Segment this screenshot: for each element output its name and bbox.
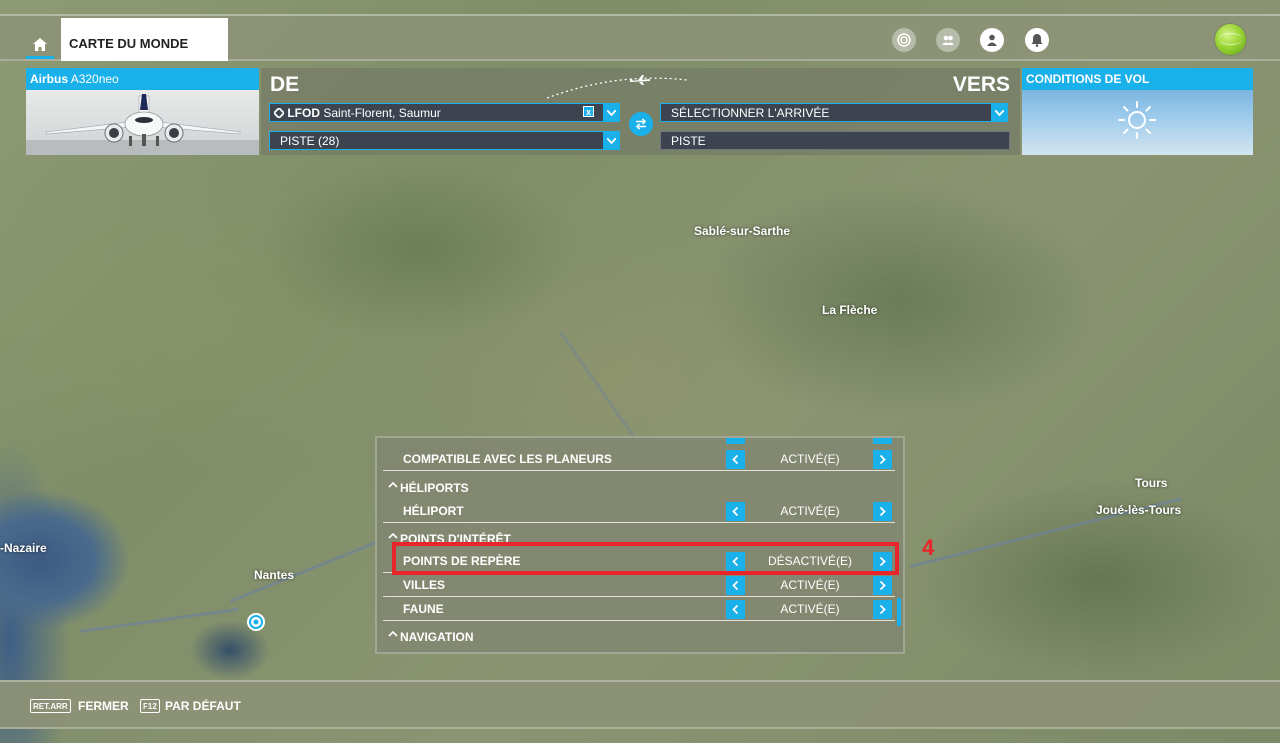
profile-button[interactable] [980, 28, 1004, 52]
runway-dropdown-button[interactable] [603, 131, 620, 150]
city-label: Tours [1135, 476, 1168, 490]
filter-label: HÉLIPORT [403, 504, 464, 518]
filter-section-header[interactable]: NAVIGATION [383, 625, 895, 647]
filter-label: FAUNE [403, 602, 444, 616]
chevron-right-icon [879, 605, 886, 614]
city-label: Joué-lès-Tours [1096, 503, 1182, 517]
highlight-box [392, 542, 899, 575]
tab-world-map[interactable]: CARTE DU MONDE [61, 18, 228, 61]
city-label: Nantes [254, 568, 295, 582]
aircraft-brand: Airbus [30, 72, 69, 86]
departure-dropdown-button[interactable] [603, 103, 620, 122]
filter-value: ACTIVÉ(E) [780, 452, 840, 466]
chevron-down-icon [995, 109, 1004, 116]
river [229, 540, 379, 603]
filter-section-label: NAVIGATION [400, 630, 474, 644]
step-number: 4 [922, 535, 935, 560]
route-panel: DE VERS LFOD Saint-Florent, Saumur x PIS… [261, 68, 1020, 155]
activity-button[interactable] [892, 28, 916, 52]
departure-code: LFOD [287, 106, 321, 120]
departure-runway-field[interactable]: PISTE (28) [269, 131, 604, 150]
flight-path-icon [547, 77, 687, 99]
chevron-up-icon [388, 481, 398, 488]
filter-row: VILLES ACTIVÉ(E) [383, 574, 895, 597]
conditions-title: CONDITIONS DE VOL [1022, 68, 1253, 90]
arrival-airport-field[interactable]: SÉLECTIONNER L'ARRIVÉE [660, 103, 992, 122]
filter-section-header[interactable]: HÉLIPORTS [383, 476, 895, 498]
airport-marker-icon[interactable] [246, 612, 266, 632]
default-key-hint: F12 [140, 699, 160, 713]
waypoint-icon [272, 106, 286, 120]
chevron-left-icon [732, 507, 739, 516]
airplane-icon [26, 94, 259, 155]
close-button[interactable]: FERMER [78, 699, 129, 713]
previous-value-button[interactable] [726, 502, 745, 521]
filter-section-label: HÉLIPORTS [400, 481, 469, 495]
next-value-button[interactable] [873, 576, 892, 595]
filter-row: HÉLIPORT ACTIVÉ(E) [383, 500, 895, 523]
previous-value-button[interactable] [726, 450, 745, 469]
previous-row-left-arrow[interactable] [726, 438, 745, 444]
top-navigation-bar: CARTE DU MONDE [0, 14, 1280, 61]
airplane-icon [630, 75, 650, 85]
next-value-button[interactable] [873, 502, 892, 521]
notifications-button[interactable] [1025, 28, 1049, 52]
arrival-runway-field[interactable]: PISTE [660, 131, 1010, 150]
filter-label: COMPATIBLE AVEC LES PLANEURS [403, 452, 612, 466]
to-title: VERS [952, 73, 1010, 96]
chevron-right-icon [879, 455, 886, 464]
profile-icon [987, 34, 997, 46]
aircraft-title: Airbus A320neo [26, 68, 259, 90]
previous-value-button[interactable] [726, 600, 745, 619]
aircraft-selection-card[interactable]: Airbus A320neo [26, 68, 259, 155]
reset-default-button[interactable]: PAR DÉFAUT [165, 699, 241, 713]
filter-scrollbar[interactable] [897, 598, 901, 626]
swap-route-button[interactable] [629, 112, 653, 136]
clear-departure-button[interactable]: x [583, 106, 594, 117]
filter-row: COMPATIBLE AVEC LES PLANEURS ACTIVÉ(E) [383, 448, 895, 471]
notification-icon [1031, 34, 1043, 47]
target-icon [897, 33, 911, 47]
chevron-down-icon [607, 109, 616, 116]
river [79, 607, 239, 633]
flight-setup-panel: Airbus A320neo DE VERS LFOD Saint-Floren… [0, 65, 1280, 159]
aircraft-model: A320neo [70, 72, 119, 86]
chevron-left-icon [732, 455, 739, 464]
filter-value: ACTIVÉ(E) [780, 578, 840, 592]
chevron-down-icon [607, 137, 616, 144]
city-label: -Nazaire [0, 541, 47, 555]
river [558, 330, 642, 448]
departure-airport-field[interactable]: LFOD Saint-Florent, Saumur [269, 103, 604, 122]
departure-name: Saint-Florent, Saumur [323, 106, 441, 120]
filter-value: ACTIVÉ(E) [780, 504, 840, 518]
flight-conditions-card[interactable]: CONDITIONS DE VOL [1022, 68, 1253, 155]
filter-row: FAUNE ACTIVÉ(E) [383, 598, 895, 621]
arrival-dropdown-button[interactable] [991, 103, 1008, 122]
group-icon [942, 35, 954, 45]
previous-value-button[interactable] [726, 576, 745, 595]
close-key-hint: RET.ARR [30, 699, 71, 713]
filter-value: ACTIVÉ(E) [780, 602, 840, 616]
sun-icon [1118, 101, 1156, 139]
swap-icon [635, 118, 647, 130]
chevron-right-icon [879, 581, 886, 590]
multiplayer-button[interactable] [936, 28, 960, 52]
from-title: DE [270, 73, 300, 96]
next-value-button[interactable] [873, 450, 892, 469]
city-label: Sablé-sur-Sarthe [694, 224, 791, 238]
home-button[interactable] [26, 32, 54, 59]
chevron-left-icon [732, 581, 739, 590]
home-icon [33, 37, 47, 51]
chevron-up-icon [388, 532, 398, 539]
aircraft-image [26, 90, 259, 155]
chevron-up-icon [388, 630, 398, 637]
chevron-left-icon [732, 605, 739, 614]
city-label: La Flèche [822, 303, 878, 317]
bottom-action-bar: RET.ARR FERMER F12 PAR DÉFAUT [0, 680, 1280, 729]
previous-row-right-arrow[interactable] [873, 438, 892, 444]
filter-label: VILLES [403, 578, 446, 592]
next-value-button[interactable] [873, 600, 892, 619]
globe-icon[interactable] [1215, 24, 1246, 55]
chevron-right-icon [879, 507, 886, 516]
